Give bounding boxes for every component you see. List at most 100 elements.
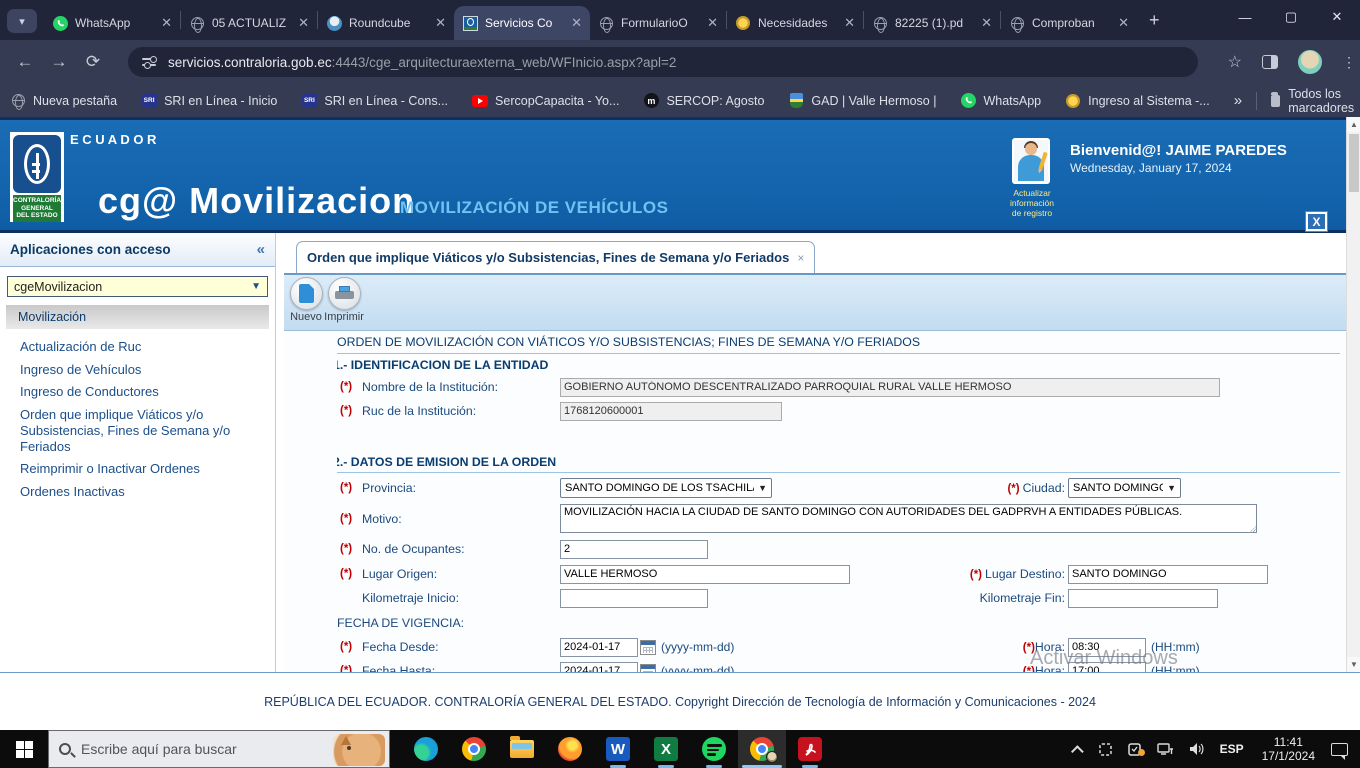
reload-icon[interactable]: ⟳ [76,52,110,72]
browser-tab[interactable]: 05 ACTUALIZ ✕ [181,6,317,40]
excel-icon: X [654,737,678,761]
page-scrollbar[interactable]: ▲ ▼ [1346,117,1360,672]
tab-close-icon[interactable]: ✕ [981,15,992,31]
lugar-destino-field[interactable] [1068,564,1268,584]
window-minimize-button[interactable]: — [1222,0,1268,34]
volume-icon[interactable] [1188,742,1205,756]
bookmark-star-icon[interactable]: ☆ [1228,52,1242,72]
bookmark-item[interactable]: SRI SRI en Línea - Inicio [141,93,277,109]
sidebar-item-ingreso-conductores[interactable]: Ingreso de Conductores [20,384,265,400]
browser-tab[interactable]: Comproban ✕ [1001,6,1137,40]
taskbar-chrome-button[interactable] [450,730,498,768]
sidebar-item-orden-viaticos[interactable]: Orden que implique Viáticos y/o Subsiste… [20,407,265,455]
menu-kebab-icon[interactable]: ⋮ [1342,55,1356,69]
new-button[interactable]: Nuevo [286,277,326,323]
kilometraje-fin-field[interactable] [1068,588,1218,608]
taskbar-acrobat-button[interactable] [786,730,834,768]
ocupantes-field[interactable] [560,539,708,559]
resize-handle[interactable] [1249,526,1256,533]
application-select[interactable]: cgeMovilizacion ▼ [7,276,268,297]
provincia-select[interactable]: SANTO DOMINGO DE LOS TSACHILAS ▼ [560,478,772,498]
window-close-button[interactable]: ✕ [1314,0,1360,34]
print-button[interactable]: Imprimir [324,277,364,323]
taskbar-word-button[interactable]: W [594,730,642,768]
calendar-icon[interactable] [640,663,656,672]
scrollbar-thumb[interactable] [1348,134,1359,192]
language-indicator[interactable]: ESP [1220,742,1244,756]
browser-tab[interactable]: Roundcube ✕ [318,6,454,40]
tray-expand-icon[interactable] [1070,744,1084,758]
browser-tab[interactable]: Necesidades ✕ [727,6,863,40]
scroll-up-icon[interactable]: ▲ [1347,117,1360,132]
bookmark-item[interactable]: GAD | Valle Hermoso | [788,93,936,109]
ciudad-select[interactable]: SANTO DOMINGO ▼ [1068,478,1181,498]
bookmark-item[interactable]: m SERCOP: Agosto [643,93,764,109]
bookmark-item[interactable]: SRI SRI en Línea - Cons... [301,93,448,109]
bookmark-item[interactable]: Nueva pestaña [10,93,117,110]
sidebar-item-actualizacion-ruc[interactable]: Actualización de Ruc [20,339,265,355]
sidebar-item-ingreso-vehiculos[interactable]: Ingreso de Vehículos [20,362,265,378]
spotify-icon [702,737,726,761]
sidebar-item-ordenes-inactivas[interactable]: Ordenes Inactivas [20,484,265,500]
notification-dot [1137,748,1145,756]
tab-close-icon[interactable]: ✕ [1118,15,1129,31]
start-button[interactable] [0,730,48,768]
tab-close-icon[interactable]: ✕ [844,15,855,31]
bookmark-item[interactable]: WhatsApp [960,93,1041,109]
address-bar[interactable]: servicios.contraloria.gob.ec:4443/cge_ar… [128,47,1198,77]
browser-tab[interactable]: 82225 (1).pd ✕ [864,6,1000,40]
taskbar-excel-button[interactable]: X [642,730,690,768]
network-icon[interactable] [1156,742,1174,756]
tab-close-icon[interactable]: × [797,251,804,265]
all-bookmarks-button[interactable]: Todos los marcadores [1288,87,1360,115]
tab-close-icon[interactable]: ✕ [161,15,172,31]
tab-close-icon[interactable]: ✕ [435,15,446,31]
browser-tab-active[interactable]: Servicios Co ✕ [454,6,590,40]
fecha-hasta-field[interactable] [560,661,638,672]
clock-date: 17/1/2024 [1261,749,1315,763]
user-avatar[interactable] [1012,138,1050,184]
tab-close-icon[interactable]: ✕ [571,15,582,31]
bookmark-item[interactable]: Ingreso al Sistema -... [1065,93,1210,109]
taskbar-spotify-button[interactable] [690,730,738,768]
motivo-field[interactable]: MOVILIZACIÓN HACIA LA CIUDAD DE SANTO DO… [560,504,1257,533]
tray-update-icon[interactable] [1127,742,1145,757]
cge-logo: CONTRALORÍA GENERAL DEL ESTADO [10,132,64,222]
browser-tab[interactable]: FormularioO ✕ [590,6,726,40]
app-close-button[interactable]: X [1305,211,1328,232]
scroll-down-icon[interactable]: ▼ [1347,657,1360,672]
forward-icon[interactable]: → [42,52,76,72]
tab-search-button[interactable]: ▾ [7,9,37,33]
back-icon[interactable]: ← [8,52,42,72]
tab-close-icon[interactable]: ✕ [298,15,309,31]
taskbar-search[interactable]: Escribe aquí para buscar [48,730,390,768]
taskbar-firefox-button[interactable] [546,730,594,768]
taskbar-edge-button[interactable] [402,730,450,768]
collapse-sidebar-icon[interactable]: « [257,241,265,258]
window-maximize-button[interactable]: ▢ [1268,0,1314,34]
fecha-desde-field[interactable] [560,637,638,657]
bookmark-item[interactable]: SercopCapacita - Yo... [472,93,619,109]
document-tab[interactable]: Orden que implique Viáticos y/o Subsiste… [296,241,816,273]
taskbar-clock[interactable]: 11:41 17/1/2024 [1262,735,1315,763]
avatar-caption[interactable]: Actualizar información de registro [1000,188,1064,218]
side-panel-icon[interactable] [1262,55,1278,69]
app-header: CONTRALORÍA GENERAL DEL ESTADO E C U A D… [0,117,1360,233]
site-settings-icon[interactable] [142,54,158,70]
tray-tablet-icon[interactable] [1098,742,1113,757]
kilometraje-inicio-field[interactable] [560,588,708,608]
lugar-origen-field[interactable] [560,564,850,584]
tab-title: FormularioO [621,16,688,30]
taskbar-explorer-button[interactable] [498,730,546,768]
sidebar: Aplicaciones con acceso « cgeMovilizacio… [0,233,276,672]
form-row-fecha-desde: (*) Fecha Desde: (yyyy-mm-dd) (*)Hora: (… [337,637,1346,657]
bookmarks-overflow-chevron[interactable]: » [1234,92,1242,109]
tab-close-icon[interactable]: ✕ [707,15,718,31]
calendar-icon[interactable] [640,639,656,655]
sidebar-item-reimprimir[interactable]: Reimprimir o Inactivar Ordenes [20,461,265,477]
notification-center-icon[interactable] [1331,742,1348,760]
profile-avatar[interactable] [1298,50,1322,74]
taskbar-chrome-active-button[interactable] [738,730,786,768]
new-tab-button[interactable]: + [1149,10,1160,31]
browser-tab[interactable]: WhatsApp ✕ [44,6,180,40]
